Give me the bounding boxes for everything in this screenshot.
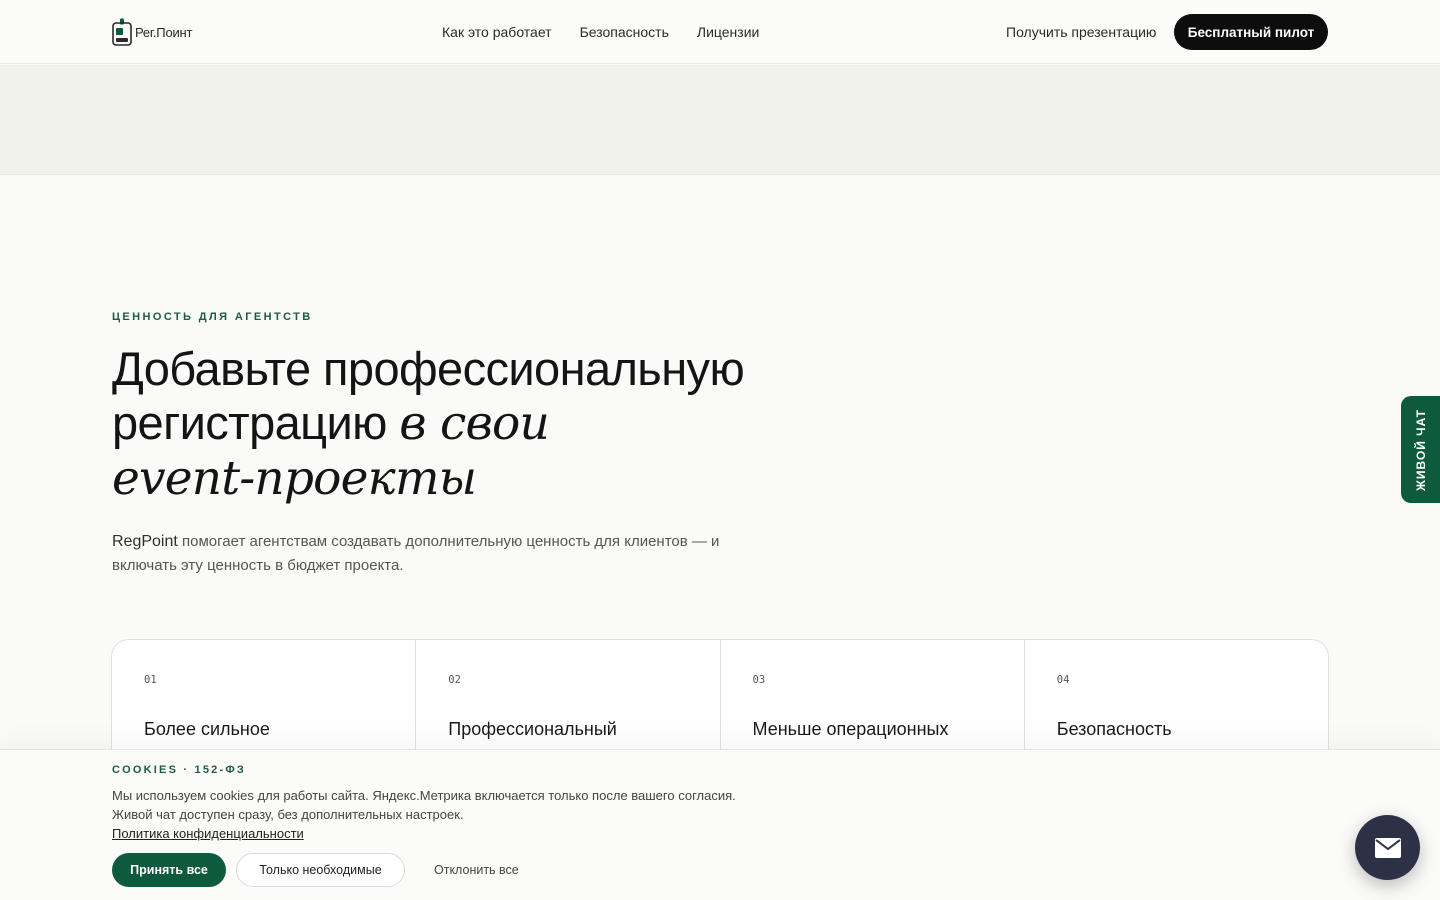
nav-security[interactable]: Безопасность	[580, 24, 669, 40]
necessary-only-button[interactable]: Только необходимые	[236, 853, 405, 887]
card-title: Профессиональный	[448, 719, 617, 739]
lead-brand: RegPoint	[112, 533, 178, 550]
card-number: 01	[144, 674, 157, 686]
free-pilot-button[interactable]: Бесплатный пилот	[1174, 14, 1328, 50]
card-title: Более сильное	[144, 719, 270, 739]
hero-lead: RegPoint помогает агентствам создавать д…	[112, 530, 732, 578]
site-header: Рег.Поинт Как это работает Безопасность …	[0, 0, 1440, 64]
headline-italic-2: event-проекты	[112, 451, 477, 506]
lead-text: помогает агентствам создавать дополнител…	[112, 533, 720, 574]
section-eyebrow: ЦЕННОСТЬ ДЛЯ АГЕНТСТВ	[112, 311, 313, 323]
badge-icon	[112, 18, 132, 46]
live-chat-tab[interactable]: ЖИВОЙ ЧАТ	[1401, 396, 1440, 503]
hero-headline: Добавьте профессиональную регистрацию в …	[112, 342, 812, 506]
card-number: 03	[752, 674, 766, 686]
cookie-text: Мы используем cookies для работы сайта. …	[112, 788, 736, 822]
headline-italic-1: в свои	[399, 396, 550, 451]
mail-icon	[1374, 837, 1401, 858]
card-title: Меньше операционных	[752, 719, 949, 739]
logo-text: Рег.Поинт	[135, 24, 193, 40]
card-title: Безопасность	[1056, 719, 1172, 739]
nav-licenses[interactable]: Лицензии	[697, 24, 759, 40]
get-presentation-link[interactable]: Получить презентацию	[1006, 24, 1156, 40]
accept-all-button[interactable]: Принять все	[112, 853, 226, 887]
logo[interactable]: Рег.Поинт	[112, 17, 192, 47]
hero-band	[0, 65, 1440, 175]
main-nav: Как это работает Безопасность Лицензии	[442, 24, 759, 40]
privacy-policy-link[interactable]: Политика конфиденциальности	[112, 826, 304, 841]
mail-fab-button[interactable]	[1355, 815, 1420, 880]
card-number: 04	[1056, 674, 1070, 686]
live-chat-label: ЖИВОЙ ЧАТ	[1413, 408, 1428, 491]
decline-all-button[interactable]: Отклонить все	[420, 853, 533, 887]
cookie-eyebrow: COOKIES · 152-ФЗ	[112, 764, 247, 776]
nav-how-it-works[interactable]: Как это работает	[442, 24, 552, 40]
cookie-banner: COOKIES · 152-ФЗ Мы используем cookies д…	[0, 749, 1440, 900]
card-number: 02	[448, 674, 461, 686]
